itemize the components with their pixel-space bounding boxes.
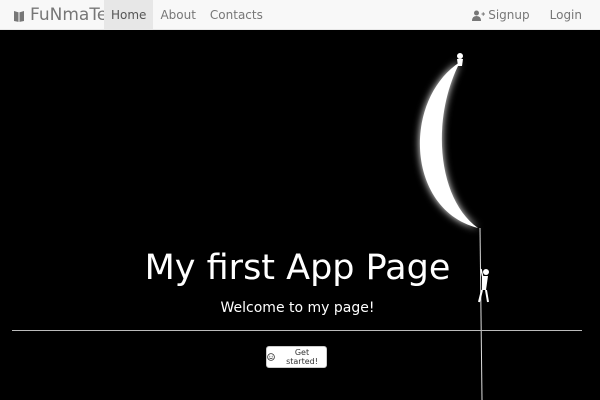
nav-signup[interactable]: Signup: [468, 0, 533, 30]
nav-home[interactable]: Home: [104, 0, 154, 30]
moon-illustration: [419, 53, 489, 400]
hero-section: My first App Page Welcome to my page! Ge…: [0, 30, 600, 400]
nav-login[interactable]: Login: [546, 0, 586, 30]
nav-right: Signup Login: [468, 0, 586, 30]
user-plus-icon: [472, 10, 486, 21]
book-icon: [12, 8, 26, 22]
nav-about[interactable]: About: [153, 0, 202, 30]
smile-icon: [267, 353, 275, 361]
page-subtitle: Welcome to my page!: [220, 300, 375, 316]
navbar: FuNmaTe Home About Contacts Signup Login: [0, 0, 600, 30]
nav-left: Home About Contacts: [104, 0, 270, 30]
page-title: My first App Page: [144, 248, 451, 288]
brand-name: FuNmaTe: [30, 5, 108, 25]
signup-label: Signup: [488, 8, 530, 22]
get-started-label: Get started!: [286, 348, 318, 366]
hero-divider: [12, 330, 582, 331]
nav-contacts[interactable]: Contacts: [203, 0, 270, 30]
get-started-button[interactable]: Get started!: [266, 346, 327, 368]
brand-link[interactable]: FuNmaTe: [12, 0, 107, 30]
